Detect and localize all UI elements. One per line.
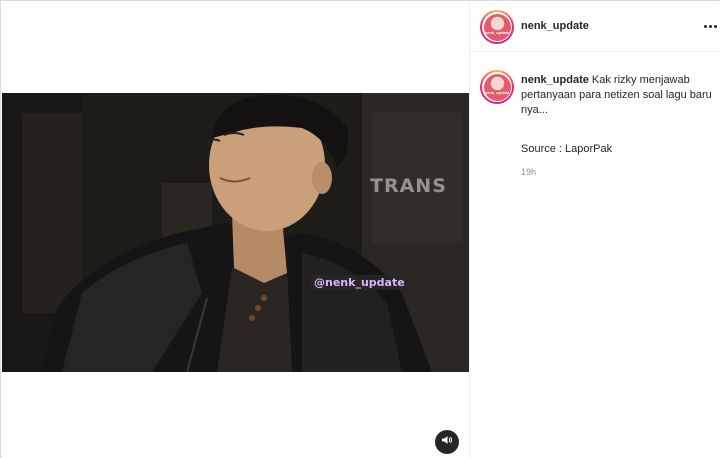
header-username-link[interactable]: nenk_update [521,20,589,32]
post-timestamp[interactable]: 19h [521,167,536,177]
post-window: TRANS @nenk_update nenk_update nenk_upda… [0,0,720,458]
caption-username-link[interactable]: nenk_update [521,74,589,86]
video-still [2,93,469,372]
avatar[interactable]: nenk_update [480,10,514,44]
more-options-button[interactable] [702,18,718,34]
post-sidebar: nenk_update nenk_update nenk_update nenk… [469,2,720,458]
video-frame[interactable]: TRANS @nenk_update [2,93,469,372]
watermark-label: @nenk_update [311,275,408,290]
caption-source: Source : LaporPak [521,143,613,155]
avatar-image: nenk_update [483,73,511,101]
avatar-image: nenk_update [483,13,511,41]
post-header: nenk_update nenk_update [470,2,720,52]
channel-logo: TRANS [370,175,447,197]
post-media[interactable]: TRANS @nenk_update [2,2,469,458]
speaker-volume-icon [441,433,453,451]
sound-toggle-button[interactable] [435,430,459,454]
more-horizontal-icon [703,24,718,28]
caption-avatar[interactable]: nenk_update [480,70,514,104]
caption-text: nenk_update Kak rizky menjawab pertanyaa… [521,73,716,118]
